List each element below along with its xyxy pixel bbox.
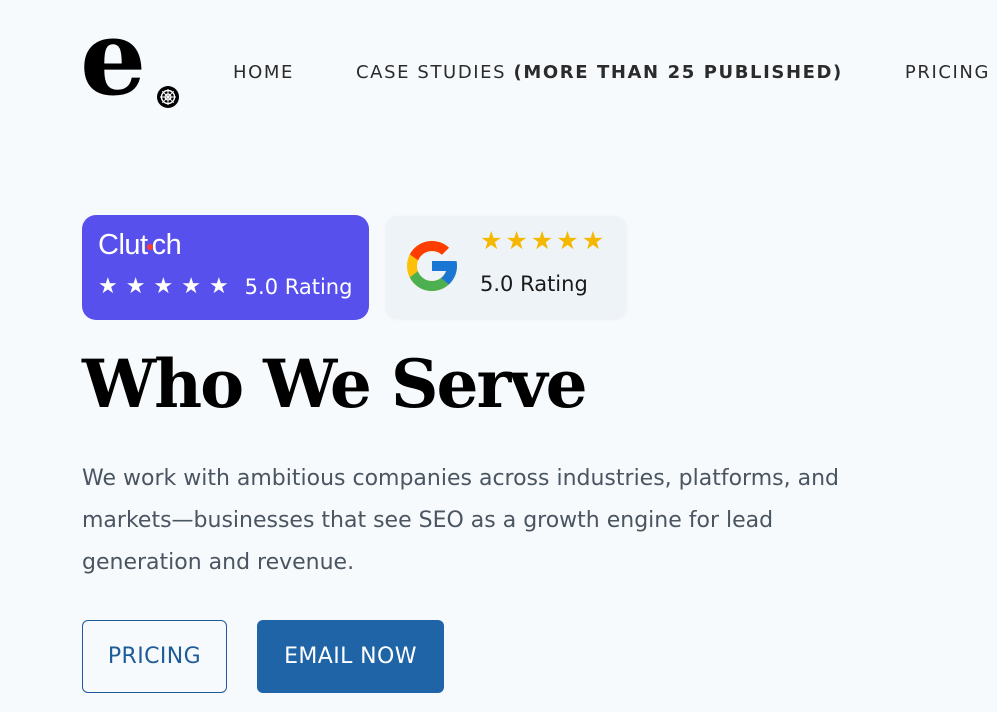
nav-case-studies-label: CASE STUDIES [356, 61, 507, 83]
star-icon: ★ [181, 274, 201, 299]
google-rating-label: 5.0 Rating [480, 272, 588, 296]
star-icon: ★ [125, 274, 146, 299]
main-nav: HOME CASE STUDIES (MORE THAN 25 PUBLISHE… [233, 58, 990, 86]
clutch-logo: Clut ch [98, 229, 182, 262]
clutch-rating-card[interactable]: Clut ch ★ ★ ★ ★ ★ 5.0 Rating [82, 215, 369, 320]
google-g-icon [402, 236, 462, 296]
clutch-stars: ★ ★ ★ ★ ★ 5.0 Rating [98, 275, 352, 299]
page-title: Who We Serve [82, 345, 588, 423]
logo-letter: e [80, 0, 147, 119]
clutch-rating-label: 5.0 Rating [244, 275, 353, 299]
star-icon: ★ [530, 226, 554, 255]
nav-pricing-link[interactable]: PRICING [905, 62, 990, 83]
page-description: We work with ambitious companies across … [82, 466, 839, 575]
email-now-button[interactable]: EMAIL NOW [257, 620, 444, 693]
clutch-logo-suffix: ch [151, 229, 182, 261]
clutch-logo-dot-icon [146, 243, 153, 250]
star-icon: ★ [581, 226, 605, 255]
pricing-button[interactable]: PRICING [82, 620, 227, 693]
nav-home-link[interactable]: HOME [233, 62, 294, 83]
nav-case-studies-highlight: (MORE THAN 25 PUBLISHED) [513, 61, 843, 83]
google-rating-card[interactable]: ★ ★ ★ ★ ★ 5.0 Rating [386, 216, 626, 318]
star-icon: ★ [208, 274, 229, 299]
star-icon: ★ [556, 226, 579, 255]
logo-badge-icon [157, 86, 179, 108]
clutch-logo-prefix: Clut [98, 229, 148, 261]
star-icon: ★ [505, 226, 528, 255]
brand-logo[interactable]: e [80, 6, 184, 114]
star-icon: ★ [480, 226, 503, 255]
nav-case-studies-link[interactable]: CASE STUDIES (MORE THAN 25 PUBLISHED) [356, 62, 843, 83]
star-icon: ★ [153, 274, 174, 299]
google-stars: ★ ★ ★ ★ ★ [480, 228, 604, 253]
star-icon: ★ [98, 274, 118, 299]
